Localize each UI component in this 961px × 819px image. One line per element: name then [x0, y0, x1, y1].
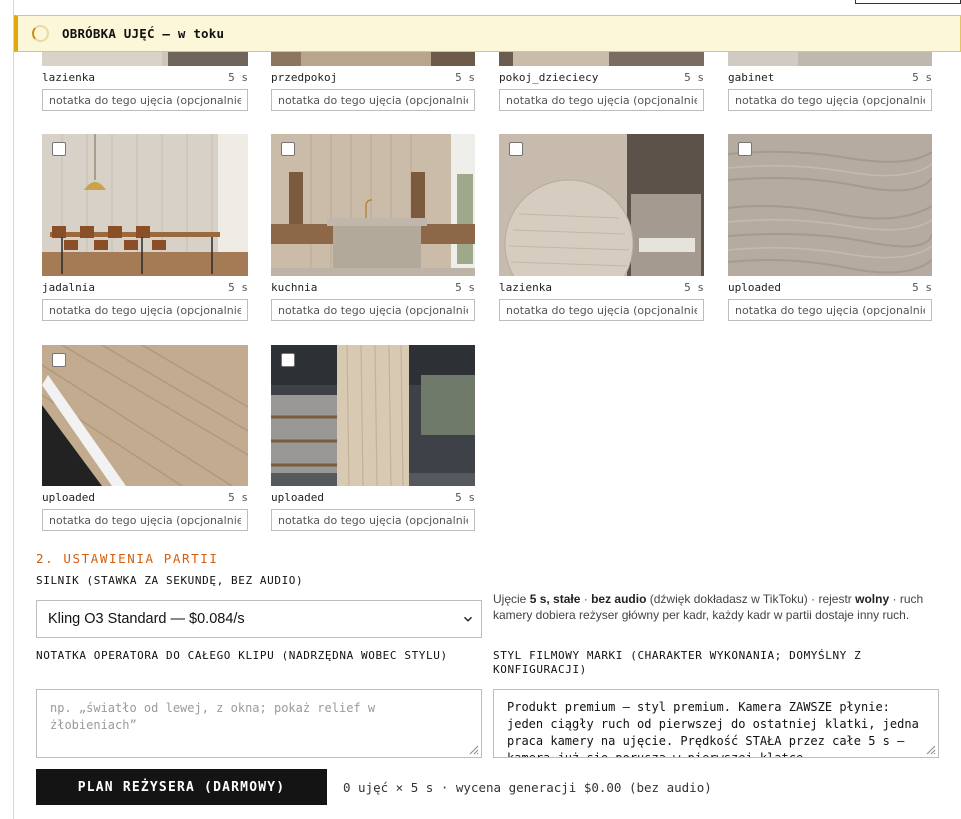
shot-duration: 5 s	[455, 71, 475, 84]
shot-thumbnail[interactable]	[42, 134, 248, 276]
shot-select-checkbox[interactable]	[281, 353, 295, 367]
shot-caption: uploaded 5 s	[271, 491, 475, 505]
shot-caption: przedpokoj 5 s	[271, 71, 475, 85]
bathroom-image	[499, 134, 704, 276]
engine-label: SILNIK (STAWKA ZA SEKUNDĘ, BEZ AUDIO)	[36, 574, 304, 587]
corner-box	[855, 0, 961, 4]
shot-select-checkbox[interactable]	[738, 142, 752, 156]
brand-style-textarea[interactable]: Produkt premium — styl premium. Kamera Z…	[493, 689, 939, 758]
shot-caption: uploaded 5 s	[728, 281, 932, 295]
dining-room-image	[42, 134, 248, 276]
shot-name: jadalnia	[42, 281, 95, 294]
shot-duration: 5 s	[912, 71, 932, 84]
operator-note-placeholder: np. „światło od lewej, z okna; pokaż rel…	[50, 701, 376, 732]
shot-name: kuchnia	[271, 281, 318, 294]
shot-name: lazienka	[42, 71, 95, 84]
brand-style-value: Produkt premium — styl premium. Kamera Z…	[507, 700, 919, 758]
shot-note-input[interactable]	[42, 299, 248, 321]
kitchen-image	[271, 134, 475, 276]
shot-caption: pokoj_dzieciecy 5 s	[499, 71, 704, 85]
spinner-icon	[32, 25, 49, 42]
shot-name: lazienka	[499, 281, 552, 294]
shot-name: uploaded	[728, 281, 781, 294]
engine-info-text: Ujęcie 5 s, stałe · bez audio (dźwięk do…	[493, 592, 924, 622]
shot-note-input[interactable]	[271, 509, 475, 531]
shot-thumbnail[interactable]	[271, 345, 475, 487]
processing-banner: OBRÓBKA UJĘĆ — w toku	[14, 15, 961, 52]
chevron-down-icon	[463, 616, 473, 622]
shot-caption: gabinet 5 s	[728, 71, 932, 85]
shot-name: przedpokoj	[271, 71, 338, 84]
shot-note-input[interactable]	[499, 89, 704, 111]
shot-duration: 5 s	[684, 71, 704, 84]
shot-name: pokoj_dzieciecy	[499, 71, 599, 84]
shot-note-input[interactable]	[728, 299, 932, 321]
shot-note-input[interactable]	[271, 89, 475, 111]
shot-note-input[interactable]	[499, 299, 704, 321]
resize-grip-icon[interactable]	[467, 743, 479, 755]
shot-thumbnail[interactable]	[499, 134, 704, 276]
shot-note-input[interactable]	[42, 509, 248, 531]
shot-select-checkbox[interactable]	[52, 142, 66, 156]
director-plan-button[interactable]: PLAN REŻYSERA (DARMOWY)	[36, 769, 327, 805]
generation-summary: 0 ujęć × 5 s · wycena generacji $0.00 (b…	[343, 780, 712, 795]
operator-note-label: NOTATKA OPERATORA DO CAŁEGO KLIPU (NADRZ…	[36, 649, 448, 662]
settings-heading: 2. USTAWIENIA PARTII	[36, 551, 219, 566]
shot-thumbnail[interactable]	[42, 345, 248, 487]
shot-select-checkbox[interactable]	[52, 353, 66, 367]
engine-select-value: Kling O3 Standard — $0.084/s	[48, 611, 245, 627]
shot-caption: kuchnia 5 s	[271, 281, 475, 295]
engine-select[interactable]: Kling O3 Standard — $0.084/s	[36, 600, 482, 638]
brand-style-label: STYL FILMOWY MARKI (CHARAKTER WYKONANIA;…	[493, 649, 862, 676]
shot-thumbnail[interactable]	[728, 134, 932, 276]
shot-duration: 5 s	[912, 281, 932, 294]
shot-note-input[interactable]	[728, 89, 932, 111]
shot-caption: lazienka 5 s	[499, 281, 704, 295]
shot-note-input[interactable]	[42, 89, 248, 111]
shot-name: gabinet	[728, 71, 775, 84]
warehouse-image	[271, 345, 475, 486]
slab-photo-image	[42, 345, 248, 486]
shot-duration: 5 s	[228, 281, 248, 294]
shot-duration: 5 s	[455, 491, 475, 504]
shot-caption: jadalnia 5 s	[42, 281, 248, 295]
shot-select-checkbox[interactable]	[509, 142, 523, 156]
shot-note-input[interactable]	[271, 299, 475, 321]
shot-select-checkbox[interactable]	[281, 142, 295, 156]
shot-duration: 5 s	[228, 491, 248, 504]
shot-thumbnail[interactable]	[271, 134, 475, 276]
shot-caption: uploaded 5 s	[42, 491, 248, 505]
stone-texture-image	[728, 134, 932, 276]
shot-caption: lazienka 5 s	[42, 71, 248, 85]
banner-title: OBRÓBKA UJĘĆ — w toku	[62, 26, 225, 41]
shot-name: uploaded	[42, 491, 95, 504]
shot-duration: 5 s	[228, 71, 248, 84]
shot-duration: 5 s	[684, 281, 704, 294]
shot-name: uploaded	[271, 491, 324, 504]
resize-grip-icon[interactable]	[924, 743, 936, 755]
shot-duration: 5 s	[455, 281, 475, 294]
operator-note-textarea[interactable]: np. „światło od lewej, z okna; pokaż rel…	[36, 689, 482, 758]
